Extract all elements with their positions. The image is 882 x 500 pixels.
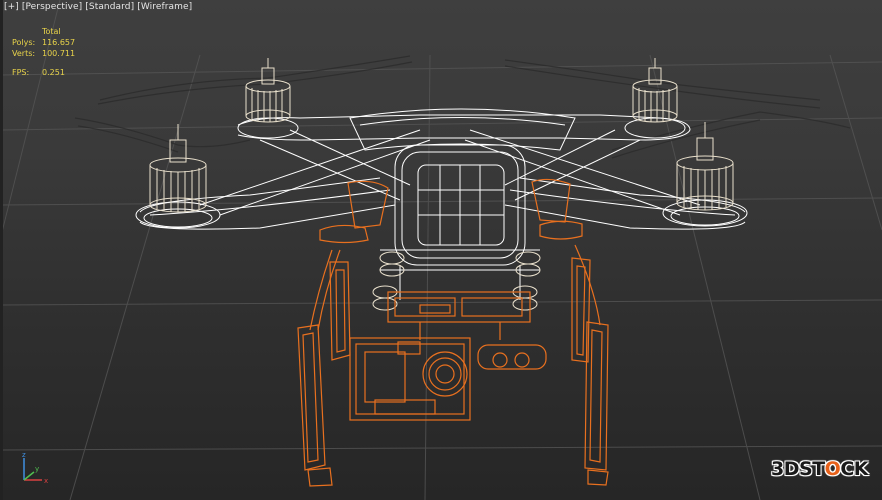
statistics-overlay: Total Polys: 116.657 Verts: 100.711 FPS:… <box>12 26 75 78</box>
axis-x-label: x <box>44 477 48 485</box>
wireframe-scene[interactable] <box>0 0 882 500</box>
viewport-menu-plus[interactable]: [+] <box>4 2 19 12</box>
polys-label: Polys: <box>12 38 36 47</box>
3dstock-watermark-logo: 3DSTOCK <box>771 458 868 480</box>
viewport-menu-wireframe[interactable]: [Wireframe] <box>137 2 192 12</box>
stats-verts-row: Verts: 100.711 <box>12 48 75 59</box>
stats-polys-row: Polys: 116.657 <box>12 37 75 48</box>
stats-header: Total <box>42 27 61 36</box>
verts-value: 100.711 <box>42 49 76 58</box>
viewport-label-menu[interactable]: [+] [Perspective] [Standard] [Wireframe] <box>4 2 192 12</box>
fps-label: FPS: <box>12 68 30 77</box>
axis-gizmo-icon: x y z <box>22 452 48 485</box>
viewport-menu-perspective[interactable]: [Perspective] <box>22 2 82 12</box>
fps-value: 0.251 <box>42 68 65 77</box>
stats-fps-row: FPS: 0.251 <box>12 67 75 78</box>
motors <box>149 58 734 311</box>
viewport[interactable]: [+] [Perspective] [Standard] [Wireframe]… <box>0 0 882 500</box>
gimbal-camera-legs <box>297 178 609 487</box>
viewport-left-border <box>0 0 3 500</box>
propellers <box>74 55 851 159</box>
polys-value: 116.657 <box>42 38 76 47</box>
verts-label: Verts: <box>12 49 36 58</box>
axis-z-label: z <box>22 452 26 459</box>
viewport-menu-standard[interactable]: [Standard] <box>85 2 134 12</box>
axis-y-label: y <box>35 465 39 473</box>
drone-frame <box>135 108 748 300</box>
